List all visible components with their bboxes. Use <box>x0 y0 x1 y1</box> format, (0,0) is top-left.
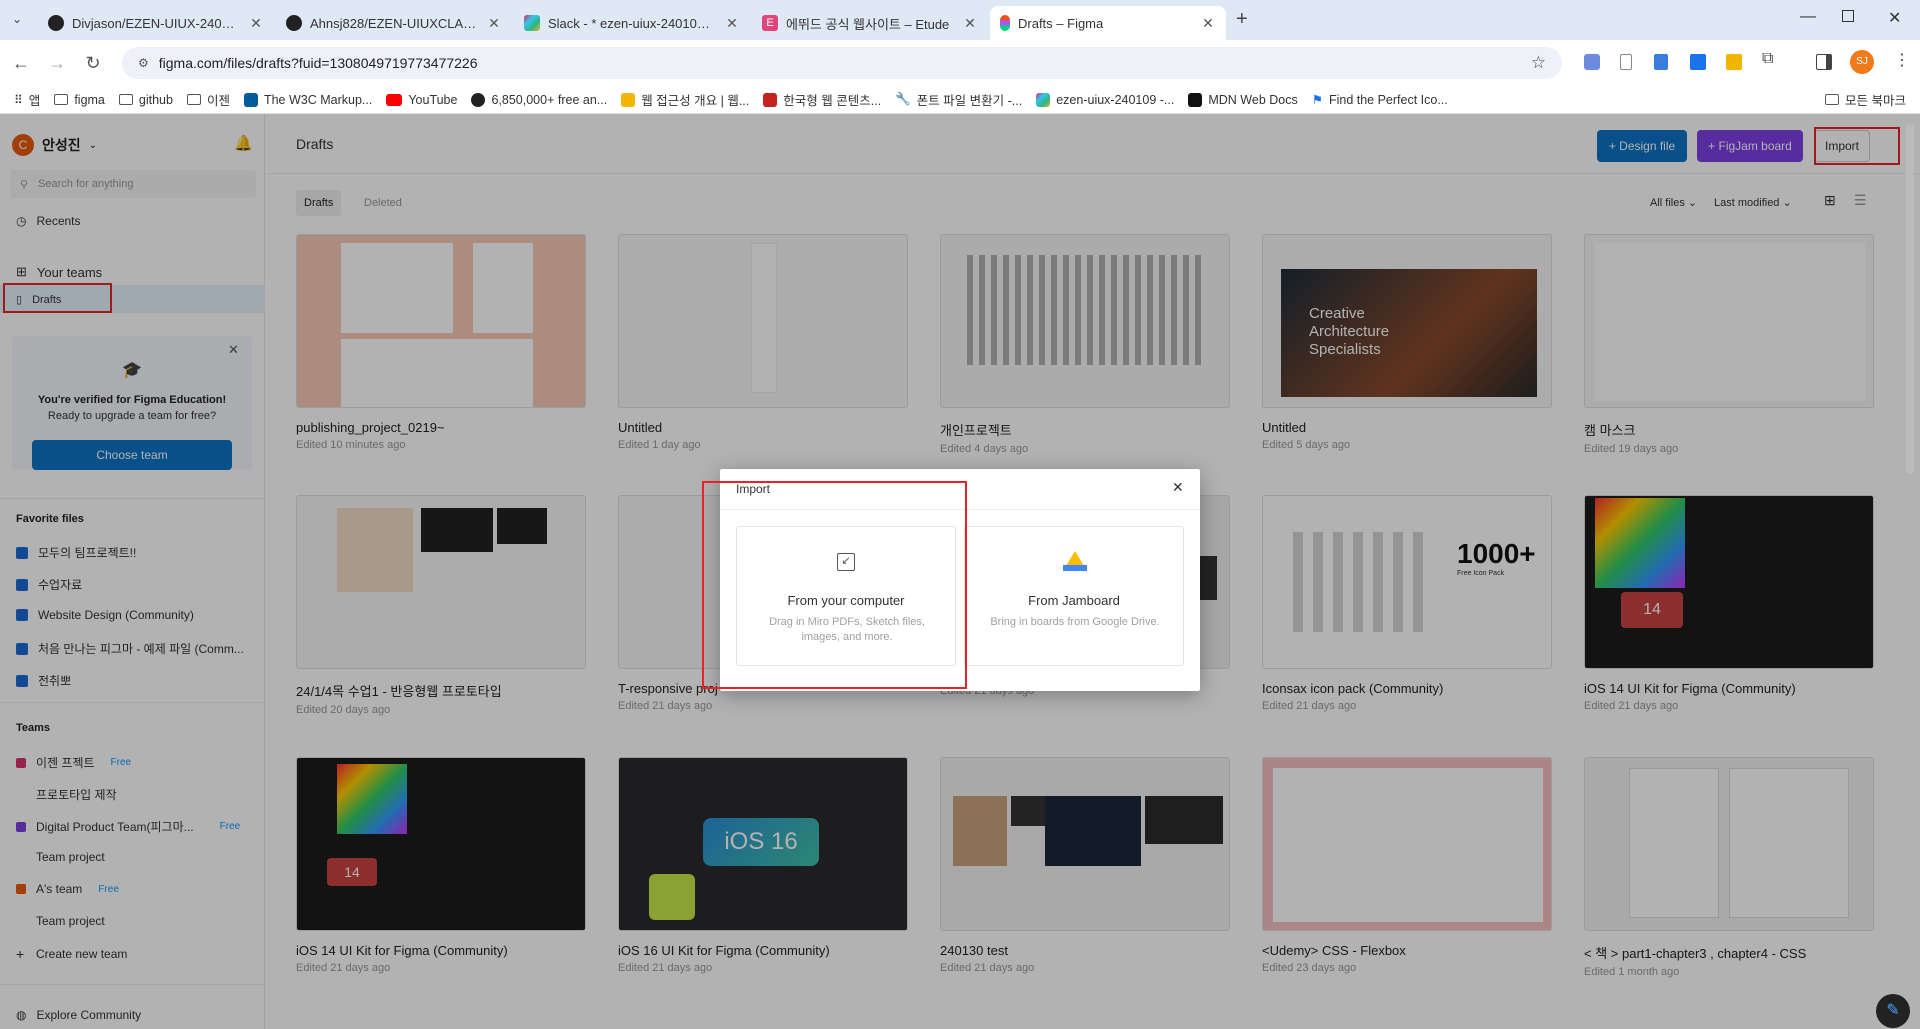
etude-icon: E <box>762 15 778 31</box>
url-input[interactable]: ⚙ figma.com/files/drafts?fuid=1308049719… <box>122 47 1562 79</box>
tab-title: 에뛰드 공식 웹사이트 – Etude <box>786 16 950 32</box>
minimize-icon[interactable]: — <box>1800 8 1816 26</box>
folder-icon <box>1825 94 1840 105</box>
browser-tab[interactable]: Divjason/EZEN-UIUX-240109 ✕ <box>38 6 274 40</box>
browser-tab[interactable]: E 에뛰드 공식 웹사이트 – Etude ✕ <box>752 6 988 40</box>
github-icon <box>48 15 64 31</box>
bookmark-link[interactable]: ⚑ Find the Perfect Ico... <box>1311 92 1448 108</box>
bookmark-star-icon[interactable]: ☆ <box>1531 53 1546 73</box>
mdn-icon <box>1188 92 1203 107</box>
youtube-icon <box>386 93 403 106</box>
bookmark-link[interactable]: 한국형 웹 콘텐츠... <box>763 90 881 109</box>
floating-pen-icon[interactable]: ✎ <box>1876 994 1910 1028</box>
bookmark-apps[interactable]: ⠿ 앱 <box>14 90 40 109</box>
close-icon[interactable]: ✕ <box>724 15 740 32</box>
extension-icon[interactable] <box>1584 54 1600 70</box>
bookmark-link[interactable]: 웹 접근성 개요 | 웹... <box>621 90 749 109</box>
all-bookmarks[interactable]: 모든 북마크 <box>1825 90 1906 109</box>
close-icon[interactable]: ✕ <box>486 15 502 32</box>
annotation-highlight <box>702 481 967 689</box>
bookmark-link[interactable]: MDN Web Docs <box>1188 92 1298 107</box>
extension-icon[interactable] <box>1620 54 1632 70</box>
close-icon[interactable]: ✕ <box>962 15 978 32</box>
tab-title: Drafts – Figma <box>1018 15 1104 31</box>
bookmark-link[interactable]: 🔧 폰트 파일 변환기 -... <box>895 90 1022 109</box>
site-info-icon[interactable]: ⚙ <box>138 56 149 70</box>
freepik-icon <box>471 92 486 107</box>
new-tab-icon[interactable]: + <box>1236 8 1248 31</box>
extension-icon[interactable] <box>1690 54 1706 70</box>
close-icon[interactable]: ✕ <box>1172 479 1184 496</box>
apps-grid-icon: ⠿ <box>14 92 23 107</box>
folder-icon <box>118 94 133 105</box>
w-icon <box>621 92 636 107</box>
restore-icon[interactable] <box>1842 10 1854 22</box>
slack-icon <box>524 15 540 31</box>
github-icon <box>286 15 302 31</box>
option-title: From Jamboard <box>1028 593 1120 608</box>
url-text: figma.com/files/drafts?fuid=130804971977… <box>158 55 478 71</box>
w3c-icon <box>243 92 258 107</box>
bookmark-folder[interactable]: github <box>118 93 173 107</box>
extension-icon[interactable] <box>1726 54 1742 70</box>
profile-avatar[interactable]: SJ <box>1850 50 1874 74</box>
folder-icon <box>54 94 69 105</box>
bookmark-link[interactable]: ezen-uiux-240109 -... <box>1036 92 1174 107</box>
tab-title: Ahnsj828/EZEN-UIUXCLASS <box>310 15 478 31</box>
bookmark-link[interactable]: YouTube <box>386 93 457 107</box>
reload-icon[interactable]: ↻ <box>82 52 104 74</box>
bookmark-folder[interactable]: 이젠 <box>186 90 230 109</box>
close-icon[interactable]: ✕ <box>248 15 264 32</box>
extensions-puzzle-icon[interactable]: ⧉ <box>1762 50 1773 68</box>
address-bar-row: ← → ↻ ⚙ figma.com/files/drafts?fuid=1308… <box>0 40 1920 86</box>
menu-kebab-icon[interactable]: ⋮ <box>1894 50 1910 70</box>
google-drive-icon-accent <box>1063 565 1087 571</box>
side-panel-icon[interactable] <box>1816 54 1832 70</box>
figma-icon <box>1000 15 1010 31</box>
tab-title: Slack - * ezen-uiux-240109 - \ <box>548 15 716 31</box>
tab-search-icon[interactable]: ⌄ <box>12 12 22 26</box>
pdf-icon <box>763 92 778 107</box>
close-icon[interactable]: ✕ <box>1200 15 1216 32</box>
flag-icon: ⚑ <box>1311 93 1323 107</box>
folder-icon <box>186 94 201 105</box>
slack-icon <box>1036 92 1051 107</box>
tab-title: Divjason/EZEN-UIUX-240109 <box>72 15 240 31</box>
wrench-icon: 🔧 <box>895 92 911 106</box>
bookmarks-bar: ⠿ 앱 figma github 이젠 The W3C Markup... You… <box>0 86 1920 114</box>
browser-tab-bar: ⌄ Divjason/EZEN-UIUX-240109 ✕ Ahnsj828/E… <box>0 0 1920 40</box>
bookmark-folder[interactable]: figma <box>54 93 105 107</box>
browser-tab-active[interactable]: Drafts – Figma ✕ <box>990 6 1226 40</box>
bookmark-link[interactable]: 6,850,000+ free an... <box>471 92 607 107</box>
window-close-icon[interactable]: ✕ <box>1888 8 1901 28</box>
import-from-jamboard-option[interactable]: From Jamboard Bring in boards from Googl… <box>964 526 1184 666</box>
browser-tab[interactable]: Slack - * ezen-uiux-240109 - \ ✕ <box>514 6 750 40</box>
extension-icon[interactable] <box>1654 54 1668 70</box>
back-icon[interactable]: ← <box>10 52 32 74</box>
option-description: Bring in boards from Google Drive. <box>990 616 1160 628</box>
browser-tab[interactable]: Ahnsj828/EZEN-UIUXCLASS ✕ <box>276 6 512 40</box>
scrollbar[interactable] <box>1906 124 1914 474</box>
forward-icon[interactable]: → <box>46 52 68 74</box>
bookmark-link[interactable]: The W3C Markup... <box>243 92 372 107</box>
